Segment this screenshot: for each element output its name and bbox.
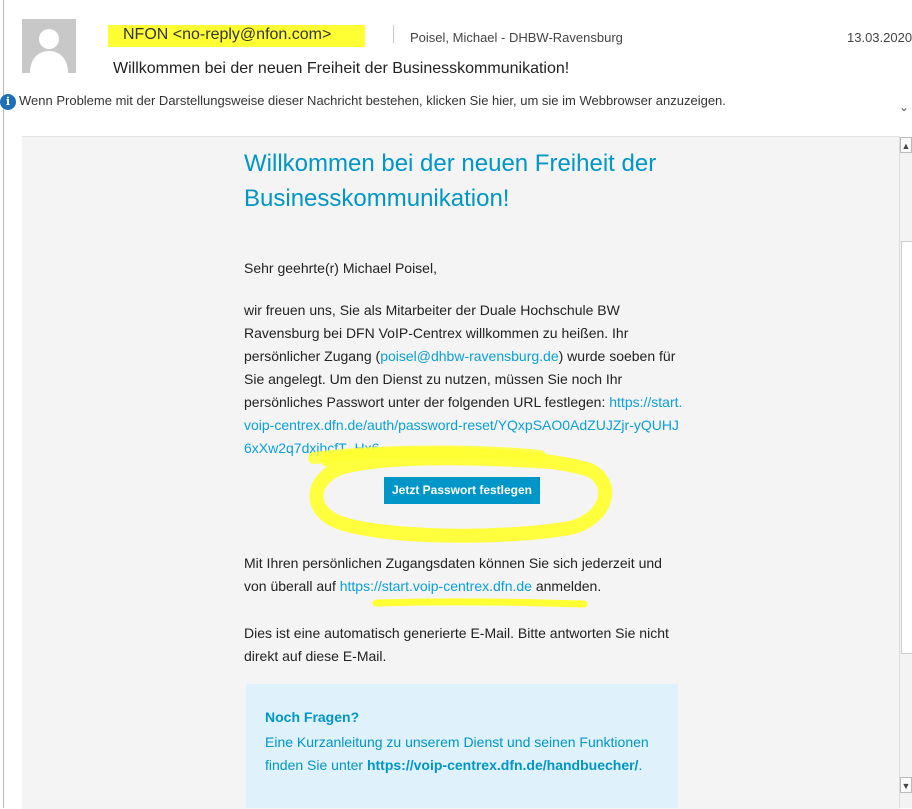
- header-divider: [393, 25, 394, 43]
- manual-link[interactable]: https://voip-centrex.dfn.de/handbuecher/: [367, 757, 638, 773]
- sender-avatar: [22, 19, 76, 73]
- faq-text: Eine Kurzanleitung zu unserem Dienst und…: [265, 731, 655, 777]
- sender-name[interactable]: NFON <no-reply@nfon.com>: [123, 26, 331, 44]
- subject-line: Willkommen bei der neuen Freiheit der Bu…: [113, 60, 570, 77]
- login-paragraph: Mit Ihren persönlichen Zugangsdaten könn…: [244, 552, 684, 598]
- scroll-down-arrow-icon[interactable]: ▼: [900, 777, 912, 793]
- person-avatar-icon: [22, 19, 76, 73]
- set-password-button-visible[interactable]: Jetzt Passwort festlegen: [384, 477, 540, 504]
- scroll-thumb[interactable]: [901, 241, 912, 654]
- sent-date: 13.03.2020: [847, 30, 912, 45]
- portal-link[interactable]: https://start.voip-centrex.dfn.de: [340, 578, 532, 594]
- faq-text-end: .: [638, 757, 643, 773]
- chevron-down-icon[interactable]: ⌄: [899, 100, 909, 114]
- scroll-up-arrow-icon[interactable]: ▲: [900, 137, 912, 153]
- webbrowser-info-bar[interactable]: Wenn Probleme mit der Darstellungsweise …: [19, 93, 726, 108]
- account-email-link[interactable]: poisel@dhbw-ravensburg.de: [380, 348, 558, 364]
- intro-paragraph: wir freuen uns, Sie als Mitarbeiter der …: [244, 299, 684, 460]
- greeting: Sehr geehrte(r) Michael Poisel,: [244, 260, 437, 276]
- autogenerated-note: Dies ist eine automatisch generierte E-M…: [244, 625, 669, 664]
- window-edge: [3, 0, 4, 808]
- email-heading: Willkommen bei der neuen Freiheit der Bu…: [244, 150, 657, 212]
- login-text-b: anmelden.: [531, 578, 602, 594]
- info-icon: i: [0, 94, 16, 110]
- recipient[interactable]: Poisel, Michael - DHBW-Ravensburg: [410, 30, 623, 45]
- intro-text-end: .: [379, 440, 384, 456]
- faq-heading: Noch Fragen?: [265, 709, 360, 725]
